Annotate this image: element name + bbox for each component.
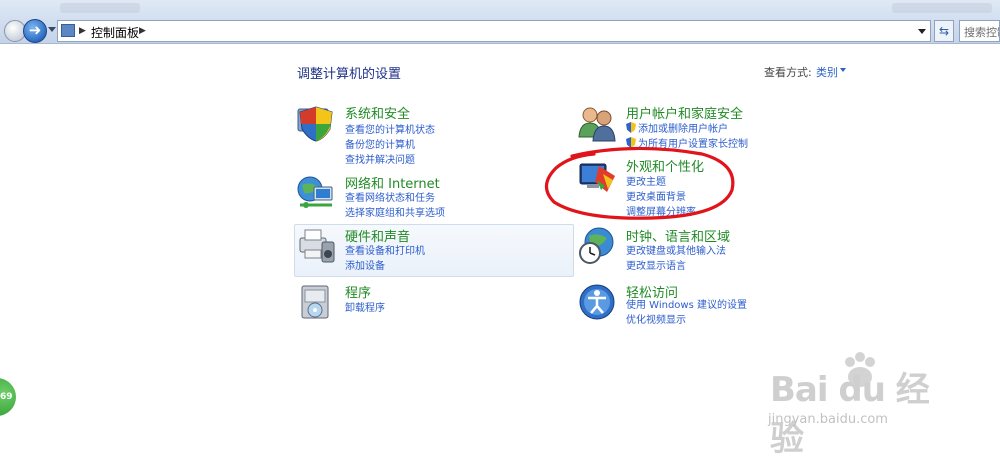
- window-controls-blurred: [892, 3, 992, 13]
- window-toolbar: ➜ ▶ 控制面板 ▶ ⇆ 搜索控制面板: [0, 0, 1000, 44]
- category-title[interactable]: 系统和安全: [345, 103, 410, 122]
- link-change-input-method[interactable]: 更改键盘或其他输入法: [626, 242, 726, 257]
- watermark-logo-text: Bai du 经验: [770, 370, 930, 458]
- link-backup-computer[interactable]: 备份您的计算机: [345, 136, 415, 151]
- category-ease-of-access: 轻松访问 使用 Windows 建议的设置 优化视频显示: [577, 282, 817, 328]
- annotation-ring: [544, 146, 735, 220]
- category-system-security: 系统和安全 查看您的计算机状态 备份您的计算机 查找并解决问题: [296, 103, 536, 166]
- link-add-device[interactable]: 添加设备: [345, 257, 385, 272]
- address-dropdown-icon[interactable]: [918, 29, 926, 34]
- link-view-computer-status[interactable]: 查看您的计算机状态: [345, 121, 435, 136]
- ease-of-access-icon: [579, 284, 615, 320]
- chevron-down-icon[interactable]: [840, 68, 846, 72]
- uac-shield-icon: [626, 122, 636, 133]
- link-devices-printers[interactable]: 查看设备和打印机: [345, 242, 425, 257]
- users-icon: [578, 107, 616, 142]
- programs-disk-icon: [301, 285, 329, 319]
- forward-arrow-icon: ➜: [28, 21, 42, 39]
- printer-speaker-icon: [299, 229, 335, 263]
- link-optimize-visual-display[interactable]: 优化视频显示: [626, 311, 686, 326]
- page-title: 调整计算机的设置: [297, 67, 402, 82]
- refresh-button[interactable]: ⇆: [934, 20, 954, 42]
- category-user-accounts: 用户帐户和家庭安全 添加或删除用户帐户 为所有用户设置家长控制: [577, 103, 817, 150]
- link-windows-recommended-settings[interactable]: 使用 Windows 建议的设置: [626, 296, 747, 311]
- link-add-remove-accounts[interactable]: 添加或删除用户帐户: [626, 120, 728, 135]
- category-programs: 程序 卸载程序: [296, 282, 536, 320]
- link-label[interactable]: 添加或删除用户帐户: [638, 124, 728, 135]
- view-by-dropdown[interactable]: 类别: [816, 64, 838, 80]
- network-globe-icon: [297, 176, 333, 208]
- view-by-label: 查看方式:: [764, 66, 812, 79]
- baidu-watermark: Bai du 经验 jingyan.baidu.com: [760, 350, 960, 458]
- category-clock-language-region: 时钟、语言和区域 更改键盘或其他输入法 更改显示语言: [577, 226, 817, 272]
- control-panel-icon: [61, 24, 75, 37]
- link-change-display-language[interactable]: 更改显示语言: [626, 257, 686, 272]
- watermark-url: jingyan.baidu.com: [768, 412, 888, 427]
- title-bar-text-blurred: [60, 3, 140, 13]
- clock-globe-icon: [579, 227, 614, 264]
- shield-computer-icon: [297, 106, 333, 142]
- search-input[interactable]: 搜索控制面板: [959, 20, 1000, 42]
- link-homegroup-sharing[interactable]: 选择家庭组和共享选项: [345, 204, 445, 219]
- refresh-icon: ⇆: [938, 24, 950, 38]
- forward-button[interactable]: ➜: [23, 19, 47, 43]
- link-uninstall-program[interactable]: 卸载程序: [345, 299, 385, 314]
- category-network-internet: 网络和 Internet 查看网络状态和任务 选择家庭组和共享选项: [296, 173, 536, 219]
- recent-pages-dropdown[interactable]: [48, 27, 56, 32]
- link-troubleshoot[interactable]: 查找并解决问题: [345, 151, 415, 166]
- address-bar[interactable]: ▶ 控制面板 ▶: [57, 20, 931, 42]
- breadcrumb-separator-icon[interactable]: ▶: [139, 26, 146, 36]
- link-network-status[interactable]: 查看网络状态和任务: [345, 189, 435, 204]
- breadcrumb-control-panel[interactable]: 控制面板: [91, 24, 139, 41]
- category-hardware-sound: 硬件和声音 查看设备和打印机 添加设备: [296, 226, 536, 272]
- floating-badge[interactable]: 69: [0, 378, 16, 416]
- breadcrumb-separator-icon[interactable]: ▶: [79, 26, 86, 36]
